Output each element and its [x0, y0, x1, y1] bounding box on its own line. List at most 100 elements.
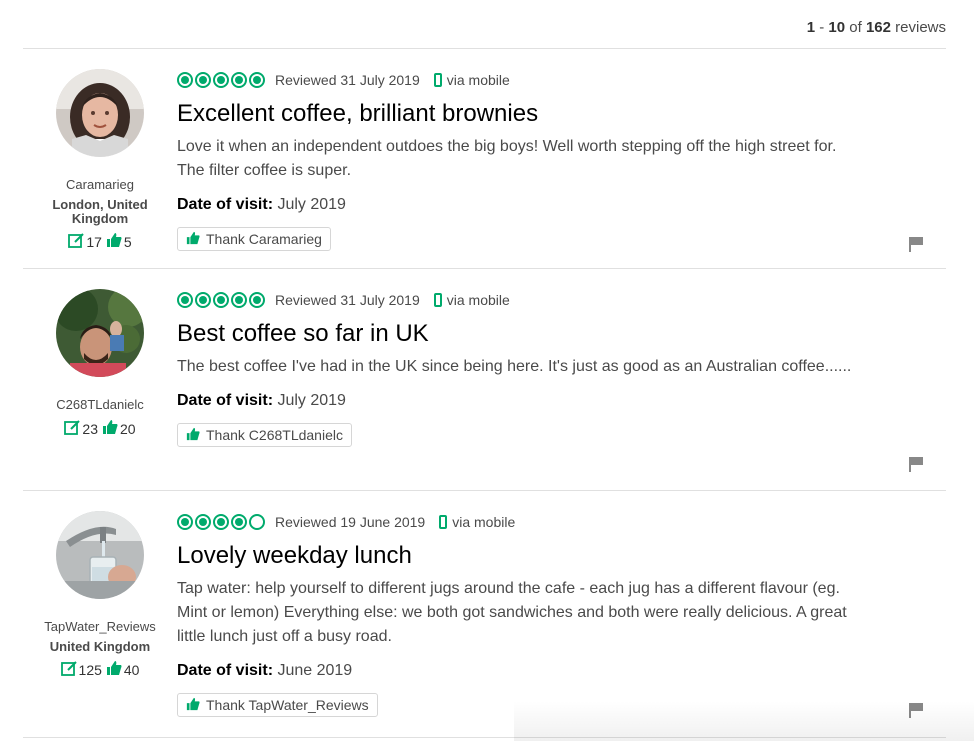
- review-content: Reviewed 31 July 2019 via mobile Excelle…: [177, 69, 877, 251]
- review-count: 125: [78, 661, 102, 678]
- report-flag-icon[interactable]: [908, 236, 924, 257]
- pager-suffix: reviews: [890, 19, 946, 36]
- member-info: TapWater_Reviews United Kingdom 125 40: [30, 511, 170, 679]
- divider: [23, 268, 946, 269]
- via-mobile-label: via mobile: [452, 514, 516, 530]
- review-body: Tap water: help yourself to different ju…: [177, 580, 847, 645]
- helpful-count: 20: [120, 420, 136, 437]
- review-title[interactable]: Excellent coffee, brilliant brownies: [177, 100, 877, 128]
- reviewed-date: Reviewed 19 June 2019: [275, 514, 426, 530]
- rating-bubble-filled-icon: [177, 72, 193, 88]
- pager-dash: -: [815, 19, 829, 36]
- divider: [23, 490, 946, 491]
- date-of-visit: Date of visit: July 2019: [177, 391, 877, 411]
- member-counts: 23 20: [30, 419, 170, 438]
- pager-start: 1: [806, 19, 816, 36]
- rating-bubble-filled-icon: [213, 514, 229, 530]
- pager-total: 162: [865, 19, 891, 36]
- rating-bubbles: [177, 514, 265, 530]
- review-title[interactable]: Best coffee so far in UK: [177, 320, 877, 348]
- date-of-visit: Date of visit: June 2019: [177, 661, 877, 681]
- avatar[interactable]: [56, 69, 144, 157]
- review-body: Love it when an independent outdoes the …: [177, 138, 837, 179]
- thank-button-label: Thank Caramarieg: [206, 231, 322, 247]
- rating-bubbles: [177, 292, 265, 308]
- rating-bubble-filled-icon: [195, 72, 211, 88]
- via-mobile: via mobile: [433, 72, 510, 88]
- rating-bubble-filled-icon: [213, 292, 229, 308]
- thank-button[interactable]: Thank C268TLdanielc: [177, 423, 352, 447]
- via-mobile: via mobile: [439, 514, 515, 530]
- via-mobile-label: via mobile: [446, 292, 510, 308]
- member-username[interactable]: TapWater_Reviews: [30, 619, 170, 635]
- rating-bubble-filled-icon: [231, 514, 247, 530]
- review-count-icon: [64, 419, 81, 438]
- rating-bubble-filled-icon: [231, 292, 247, 308]
- reviews-page: 1 - 10 of 162 reviews Caramarieg London,…: [0, 0, 974, 741]
- rating-bubble-filled-icon: [177, 514, 193, 530]
- rating-bubble-filled-icon: [177, 292, 193, 308]
- thumbs-up-icon: [186, 231, 200, 248]
- reviewed-date: Reviewed 31 July 2019: [275, 72, 420, 88]
- member-counts: 17 5: [30, 232, 170, 251]
- avatar[interactable]: [56, 511, 144, 599]
- avatar[interactable]: [56, 289, 144, 377]
- via-mobile: via mobile: [433, 292, 510, 308]
- divider: [23, 737, 946, 738]
- rating-bubble-filled-icon: [249, 72, 265, 88]
- rating-bubble-filled-icon: [231, 72, 247, 88]
- member-username[interactable]: C268TLdanielc: [30, 397, 170, 413]
- pager-of: of: [845, 19, 866, 36]
- divider: [23, 48, 946, 49]
- thumbs-up-icon: [106, 660, 122, 679]
- helpful-count: 5: [123, 233, 132, 250]
- review-count: 23: [82, 420, 98, 437]
- date-of-visit-label: Date of visit:: [177, 392, 274, 409]
- report-flag-icon[interactable]: [908, 456, 924, 477]
- rating-bubble-empty-icon: [249, 514, 265, 530]
- mobile-phone-icon: [433, 73, 442, 87]
- mobile-phone-icon: [433, 293, 442, 307]
- member-username[interactable]: Caramarieg: [30, 177, 170, 193]
- avatar-photo: [56, 69, 144, 157]
- member-location: United Kingdom: [49, 639, 151, 654]
- review-content: Reviewed 19 June 2019 via mobile Lovely …: [177, 511, 877, 717]
- thumbs-up-icon: [186, 697, 200, 714]
- helpful-count: 40: [123, 661, 140, 678]
- review-count: 17: [86, 233, 102, 250]
- review-count-icon: [60, 660, 77, 679]
- thank-button-label: Thank TapWater_Reviews: [206, 697, 369, 713]
- avatar-photo: [56, 511, 144, 599]
- rating-bubble-filled-icon: [195, 292, 211, 308]
- date-of-visit-label: Date of visit:: [177, 662, 274, 679]
- review-content: Reviewed 31 July 2019 via mobile Best co…: [177, 289, 877, 447]
- member-info: C268TLdanielc 23 20: [30, 289, 170, 438]
- date-of-visit-value: June 2019: [273, 662, 353, 679]
- member-counts: 125 40: [30, 660, 170, 679]
- member-info: Caramarieg London, United Kingdom 17 5: [30, 69, 170, 251]
- review-count-icon: [68, 232, 85, 251]
- mobile-phone-icon: [439, 515, 448, 529]
- date-of-visit-label: Date of visit:: [177, 196, 274, 213]
- rating-bubble-filled-icon: [213, 72, 229, 88]
- thumbs-up-icon: [102, 419, 118, 438]
- review-body: The best coffee I've had in the UK since…: [177, 358, 852, 375]
- pager-end: 10: [828, 19, 846, 36]
- thank-button[interactable]: Thank TapWater_Reviews: [177, 693, 378, 717]
- rating-bubble-filled-icon: [249, 292, 265, 308]
- review-meta: Reviewed 31 July 2019 via mobile: [177, 289, 877, 311]
- rating-bubbles: [177, 72, 265, 88]
- thumbs-up-icon: [186, 427, 200, 444]
- member-location: London, United Kingdom: [52, 197, 148, 226]
- avatar-photo: [56, 289, 144, 377]
- thumbs-up-icon: [106, 232, 122, 251]
- thank-button[interactable]: Thank Caramarieg: [177, 227, 331, 251]
- via-mobile-label: via mobile: [446, 72, 510, 88]
- review-meta: Reviewed 31 July 2019 via mobile: [177, 69, 877, 91]
- reviewed-date: Reviewed 31 July 2019: [275, 292, 420, 308]
- review-meta: Reviewed 19 June 2019 via mobile: [177, 511, 877, 533]
- date-of-visit: Date of visit: July 2019: [177, 195, 877, 215]
- report-flag-icon[interactable]: [908, 702, 924, 723]
- review-title[interactable]: Lovely weekday lunch: [177, 542, 877, 570]
- date-of-visit-value: July 2019: [273, 392, 346, 409]
